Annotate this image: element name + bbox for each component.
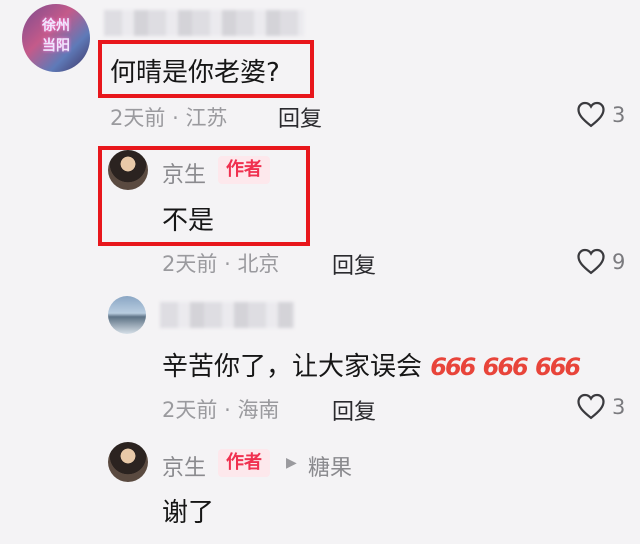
avatar[interactable] bbox=[108, 296, 146, 334]
emoji-666: 666 bbox=[535, 353, 581, 381]
heart-icon bbox=[577, 101, 605, 128]
heart-icon bbox=[577, 393, 605, 420]
comment-location: 北京 bbox=[237, 252, 280, 276]
avatar-label: 当阳 bbox=[42, 38, 70, 54]
like-count: 3 bbox=[612, 103, 626, 127]
meta-separator: · bbox=[224, 252, 231, 276]
meta-separator: · bbox=[172, 106, 179, 130]
comment-text-body: 辛苦你了，让大家误会 bbox=[162, 352, 423, 382]
comment-time: 2天前 bbox=[110, 106, 166, 130]
reply-button[interactable]: 回复 bbox=[278, 101, 322, 133]
emoji-666: 666 bbox=[482, 353, 529, 381]
comment-text: 何晴是你老婆? bbox=[110, 58, 280, 88]
reply-button[interactable]: 回复 bbox=[332, 248, 376, 280]
reply-button[interactable]: 回复 bbox=[332, 394, 376, 426]
comment-location: 江苏 bbox=[185, 106, 228, 130]
like-button[interactable] bbox=[576, 247, 606, 279]
like-count: 3 bbox=[612, 395, 626, 419]
comment-meta: 2天前 · 海南 bbox=[162, 394, 279, 424]
like-button[interactable] bbox=[576, 392, 606, 424]
author-badge: 作者 bbox=[218, 449, 270, 477]
comment-text: 辛苦你了，让大家误会 666 666 666 bbox=[162, 346, 581, 383]
heart-icon bbox=[577, 248, 605, 275]
like-button[interactable] bbox=[576, 100, 606, 132]
reply-arrow-icon: ▶ bbox=[286, 455, 297, 471]
avatar[interactable] bbox=[108, 442, 148, 482]
comment-time: 2天前 bbox=[162, 252, 218, 276]
author-name[interactable]: 京生 bbox=[162, 450, 206, 482]
like-count: 9 bbox=[612, 250, 626, 274]
avatar[interactable]: 徐州 当阳 bbox=[22, 4, 90, 72]
blurred-username bbox=[104, 10, 304, 36]
comment-text: 谢了 bbox=[162, 498, 215, 528]
comment-time: 2天前 bbox=[162, 398, 218, 422]
emoji-666: 666 bbox=[430, 353, 476, 381]
blurred-username bbox=[160, 302, 294, 328]
avatar-label: 徐州 bbox=[42, 18, 70, 34]
comment-meta: 2天前 · 北京 bbox=[162, 248, 279, 278]
comment-location: 海南 bbox=[237, 398, 280, 422]
comment-meta: 2天前 · 江苏 bbox=[110, 102, 227, 132]
meta-separator: · bbox=[224, 398, 231, 422]
reply-to-name[interactable]: 糖果 bbox=[308, 450, 352, 482]
comment-text: 不是 bbox=[162, 206, 215, 236]
